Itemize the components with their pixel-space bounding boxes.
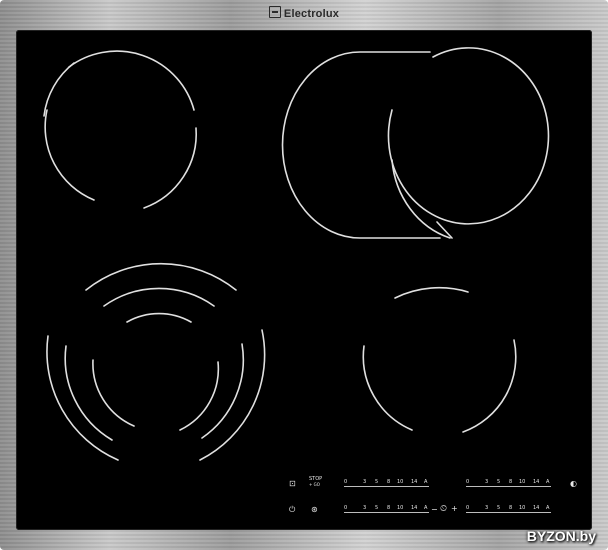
zone-triple-inner-left	[92, 359, 135, 427]
cooking-zones	[43, 47, 550, 461]
lock-icon[interactable]: ⊡	[289, 480, 296, 488]
slider-rear-right[interactable]: 0 3 5 8 10 14 A	[466, 505, 556, 515]
timer-minus-button[interactable]: −	[431, 506, 438, 514]
timer-plus-button[interactable]: +	[451, 505, 458, 513]
zone-oval-inner	[387, 47, 550, 225]
zone-top-left-right-arc	[143, 127, 197, 209]
stop-sub-label: + GO	[309, 482, 320, 487]
zone-triple-inner-top	[126, 312, 192, 323]
stop-go-button[interactable]: STOP + GO	[309, 476, 322, 487]
slider-front-right[interactable]: 0 3 5 8 10 14 A	[466, 479, 556, 489]
zone-top-left-left-arc	[44, 109, 95, 201]
bridge-icon[interactable]: ⊛	[311, 506, 318, 514]
zone-triple-inner-right	[179, 361, 220, 431]
zone-front-left-top-arc	[68, 50, 195, 111]
zone-top-left-partial-arc	[43, 62, 75, 117]
zone-triple-outer-right	[199, 329, 266, 461]
watermark: BYZON.by	[526, 528, 596, 544]
zone-extend-icon[interactable]: ◐	[570, 480, 577, 488]
zone-bottom-right-top-arc	[394, 287, 469, 299]
zone-triple-middle-right	[201, 343, 245, 439]
zone-oval-outer	[281, 51, 441, 239]
slider-rear-left[interactable]: 0 3 5 8 10 14 A	[344, 505, 434, 515]
zone-triple-outer-top	[85, 262, 237, 291]
power-icon[interactable]: ⏻	[289, 506, 295, 514]
timer-icon: ⏲	[440, 504, 448, 514]
zone-triple-outer-left	[46, 335, 119, 461]
zone-bottom-right-right-arc	[462, 339, 517, 433]
slider-front-left[interactable]: 0 3 5 8 10 14 A	[344, 479, 434, 489]
zone-triple-middle-top	[103, 287, 215, 307]
zone-bottom-right-left-arc	[362, 345, 413, 431]
